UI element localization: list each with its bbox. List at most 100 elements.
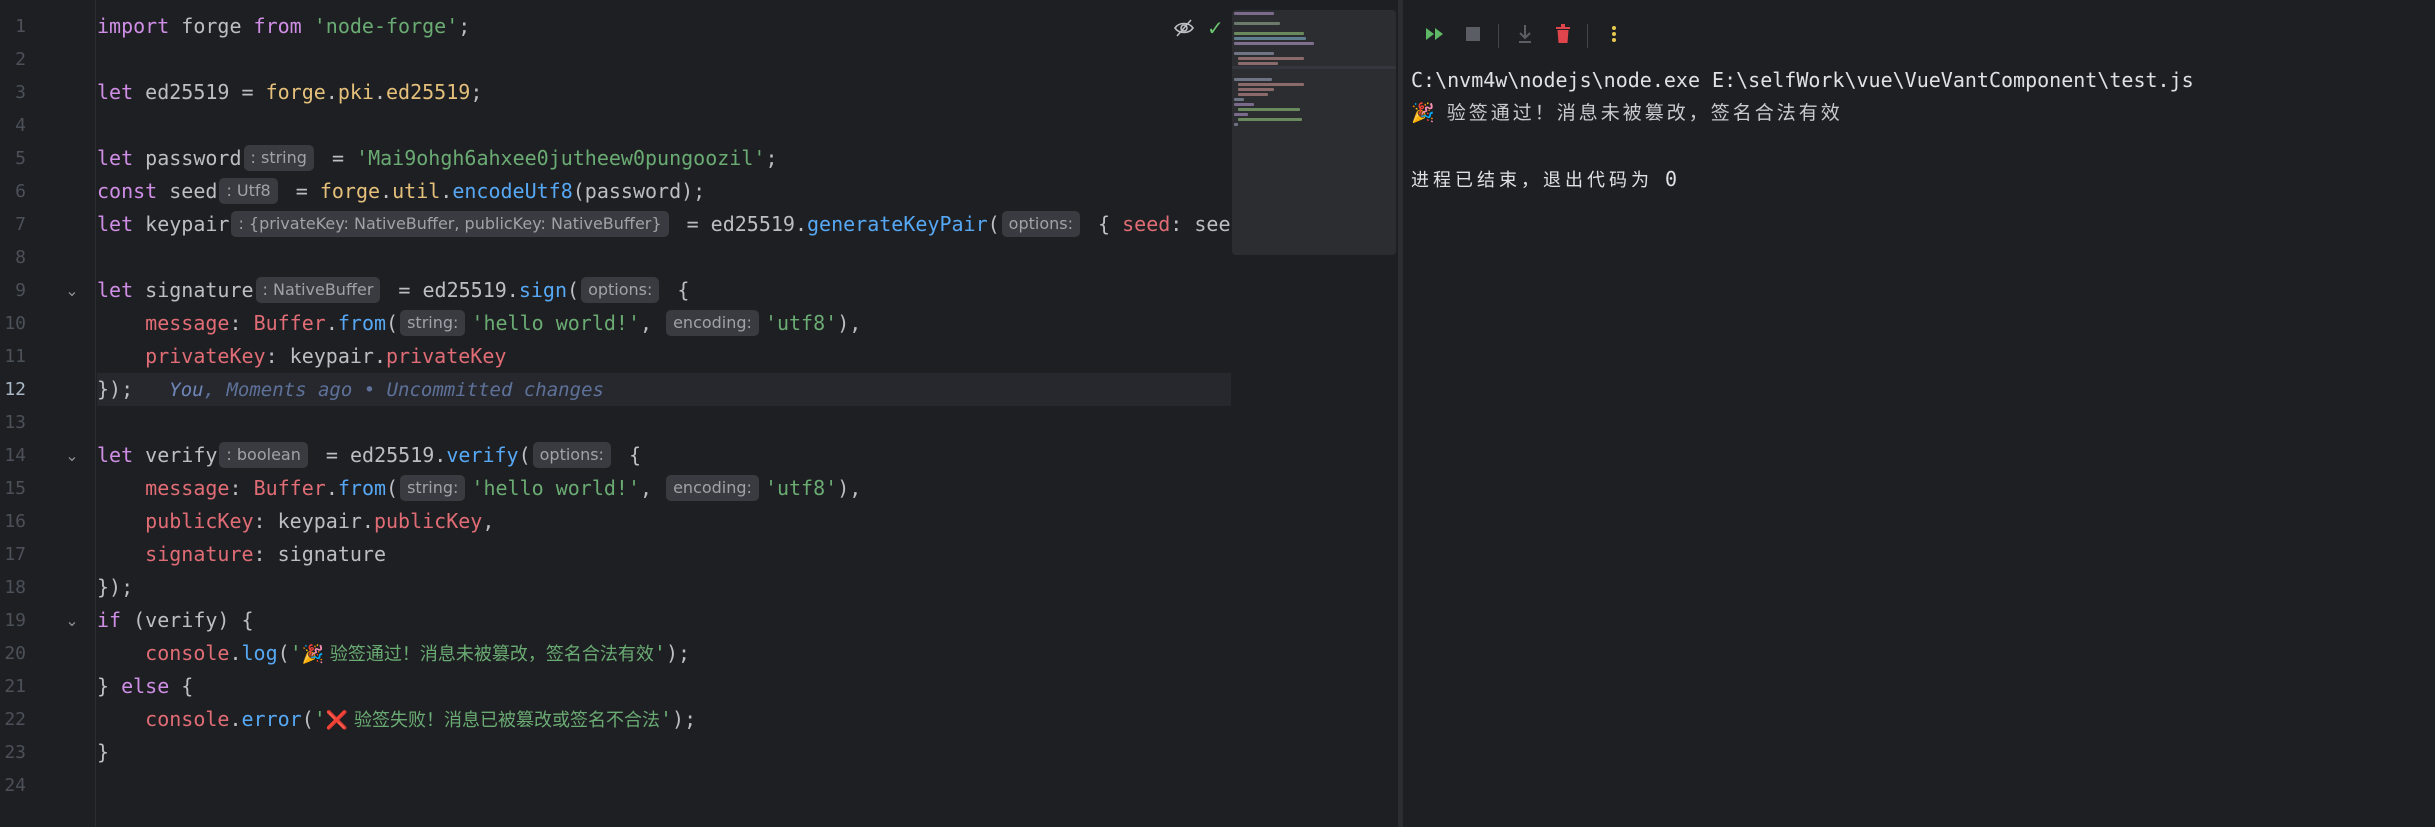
minimap-line [1238, 88, 1274, 91]
code-line-12: }); You, Moments ago • Uncommitted chang… [97, 373, 1231, 406]
minimap-line [1238, 57, 1304, 60]
checkmark-icon[interactable]: ✓ [1207, 16, 1227, 40]
minimap-line [1238, 93, 1268, 96]
code-line-9: let signature: NativeBuffer = ed25519.si… [97, 276, 690, 303]
trash-icon[interactable] [1545, 16, 1581, 52]
minimap-line [1234, 113, 1248, 116]
console-output[interactable]: C:\nvm4w\nodejs\node.exe E:\selfWork\vue… [1411, 64, 2421, 196]
party-popper-icon: 🎉 [1411, 102, 1438, 124]
code-line-23: } [97, 740, 110, 764]
code-minimap[interactable] [1232, 10, 1396, 255]
minimap-line [1234, 22, 1280, 25]
line-number: 17 [4, 544, 26, 565]
code-line-16: publicKey: keypair.publicKey, [145, 509, 495, 533]
type-hint: : string [243, 144, 314, 171]
line-number: 21 [4, 676, 26, 697]
run-toolbar [1403, 16, 2435, 56]
minimap-line [1238, 62, 1278, 65]
rerun-icon[interactable] [1417, 16, 1453, 52]
line-number: 13 [4, 412, 26, 433]
line-number: 16 [4, 511, 26, 532]
param-hint: options: [581, 276, 660, 303]
line-number: 6 [15, 181, 26, 202]
exit-status-line: 进程已结束，退出代码为 0 [1411, 167, 1678, 191]
code-line-19: if (verify) { [97, 608, 254, 632]
code-line-20: console.log('🎉 验签通过！消息未被篡改，签名合法有效'); [145, 641, 691, 665]
line-number: 1 [15, 16, 26, 37]
eye-off-icon[interactable] [1173, 17, 1195, 39]
minimap-line [1234, 52, 1274, 55]
toolbar-separator [1587, 24, 1588, 48]
code-line-22: console.error('❌ 验签失败！消息已被篡改或签名不合法'); [145, 707, 697, 731]
type-hint: : NativeBuffer [255, 276, 381, 303]
type-hint: : {privateKey: NativeBuffer, publicKey: … [231, 210, 669, 237]
code-line-3: let ed25519 = forge.pki.ed25519; [97, 80, 483, 104]
party-popper-icon: 🎉 [301, 644, 325, 665]
scroll-to-end-icon[interactable] [1507, 16, 1543, 52]
param-hint: encoding: [666, 309, 759, 336]
code-line-18: }); [97, 575, 134, 599]
git-blame-annotation[interactable]: You, Moments ago • Uncommitted changes [169, 379, 604, 401]
code-line-1: import forge from 'node-forge'; [97, 14, 471, 38]
line-number: 22 [4, 709, 26, 730]
command-line: C:\nvm4w\nodejs\node.exe E:\selfWork\vue… [1411, 68, 2194, 92]
minimap-line [1234, 98, 1244, 101]
line-number: 18 [4, 577, 26, 598]
code-line-14: let verify: boolean = ed25519.verify(opt… [97, 441, 642, 468]
minimap-line [1234, 42, 1314, 45]
code-line-6: const seed: Utf8 = forge.util.encodeUtf8… [97, 177, 706, 204]
minimap-line [1234, 123, 1238, 126]
minimap-line [1234, 32, 1304, 35]
line-number: 2 [15, 49, 26, 70]
line-number: 11 [4, 346, 26, 367]
line-number: 9 [15, 280, 26, 301]
run-output-panel: C:\nvm4w\nodejs\node.exe E:\selfWork\vue… [1403, 0, 2435, 827]
code-line-7: let keypair: {privateKey: NativeBuffer, … [97, 210, 1231, 237]
stop-icon[interactable] [1455, 16, 1491, 52]
minimap-line [1238, 108, 1300, 111]
more-vertical-icon[interactable] [1596, 16, 1632, 52]
line-number: 3 [15, 82, 26, 103]
minimap-line [1234, 12, 1274, 15]
type-hint: : Utf8 [219, 177, 278, 204]
type-hint: : boolean [219, 441, 308, 468]
param-hint: options: [1001, 210, 1080, 237]
minimap-line [1238, 83, 1304, 86]
code-line-5: let password: string = 'Mai9ohgh6ahxee0j… [97, 144, 778, 171]
line-number: 19 [4, 610, 26, 631]
minimap-line [1238, 118, 1302, 121]
line-number: 8 [15, 247, 26, 268]
line-number-active: 12 [4, 379, 26, 400]
toolbar-separator [1498, 24, 1499, 48]
line-number: 5 [15, 148, 26, 169]
cross-mark-icon: ❌ [325, 710, 349, 731]
line-number: 15 [4, 478, 26, 499]
minimap-current-line [1232, 66, 1396, 69]
code-line-10: message: Buffer.from(string:'hello world… [145, 309, 862, 336]
param-hint: string: [400, 309, 466, 336]
code-editor[interactable]: 1 2 3 4 5 6 7 8 9 10 11 12 13 14 15 16 1… [0, 0, 1398, 827]
minimap-line [1234, 103, 1254, 106]
line-number: 7 [15, 214, 26, 235]
code-line-11: privateKey: keypair.privateKey [145, 344, 507, 368]
line-number: 10 [4, 313, 26, 334]
output-line: 🎉 验签通过！消息未被篡改，签名合法有效 [1411, 102, 1843, 124]
param-hint: encoding: [666, 474, 759, 501]
line-number: 23 [4, 742, 26, 763]
code-line-17: signature: signature [145, 542, 386, 566]
line-number: 20 [4, 643, 26, 664]
fold-chevron-icon[interactable]: ⌄ [62, 604, 82, 637]
line-number: 24 [4, 775, 26, 796]
line-number-gutter: 1 2 3 4 5 6 7 8 9 10 11 12 13 14 15 16 1… [0, 0, 95, 827]
gutter-divider [95, 0, 96, 827]
code-line-15: message: Buffer.from(string:'hello world… [145, 474, 862, 501]
fold-chevron-icon[interactable]: ⌄ [62, 274, 82, 307]
code-line-21: } else { [97, 674, 194, 698]
param-hint: string: [400, 474, 466, 501]
line-number: 4 [15, 115, 26, 136]
param-hint: options: [532, 441, 611, 468]
fold-chevron-icon[interactable]: ⌄ [62, 439, 82, 472]
code-area[interactable]: import forge from 'node-forge'; let ed25… [97, 10, 1231, 800]
line-number: 14 [4, 445, 26, 466]
